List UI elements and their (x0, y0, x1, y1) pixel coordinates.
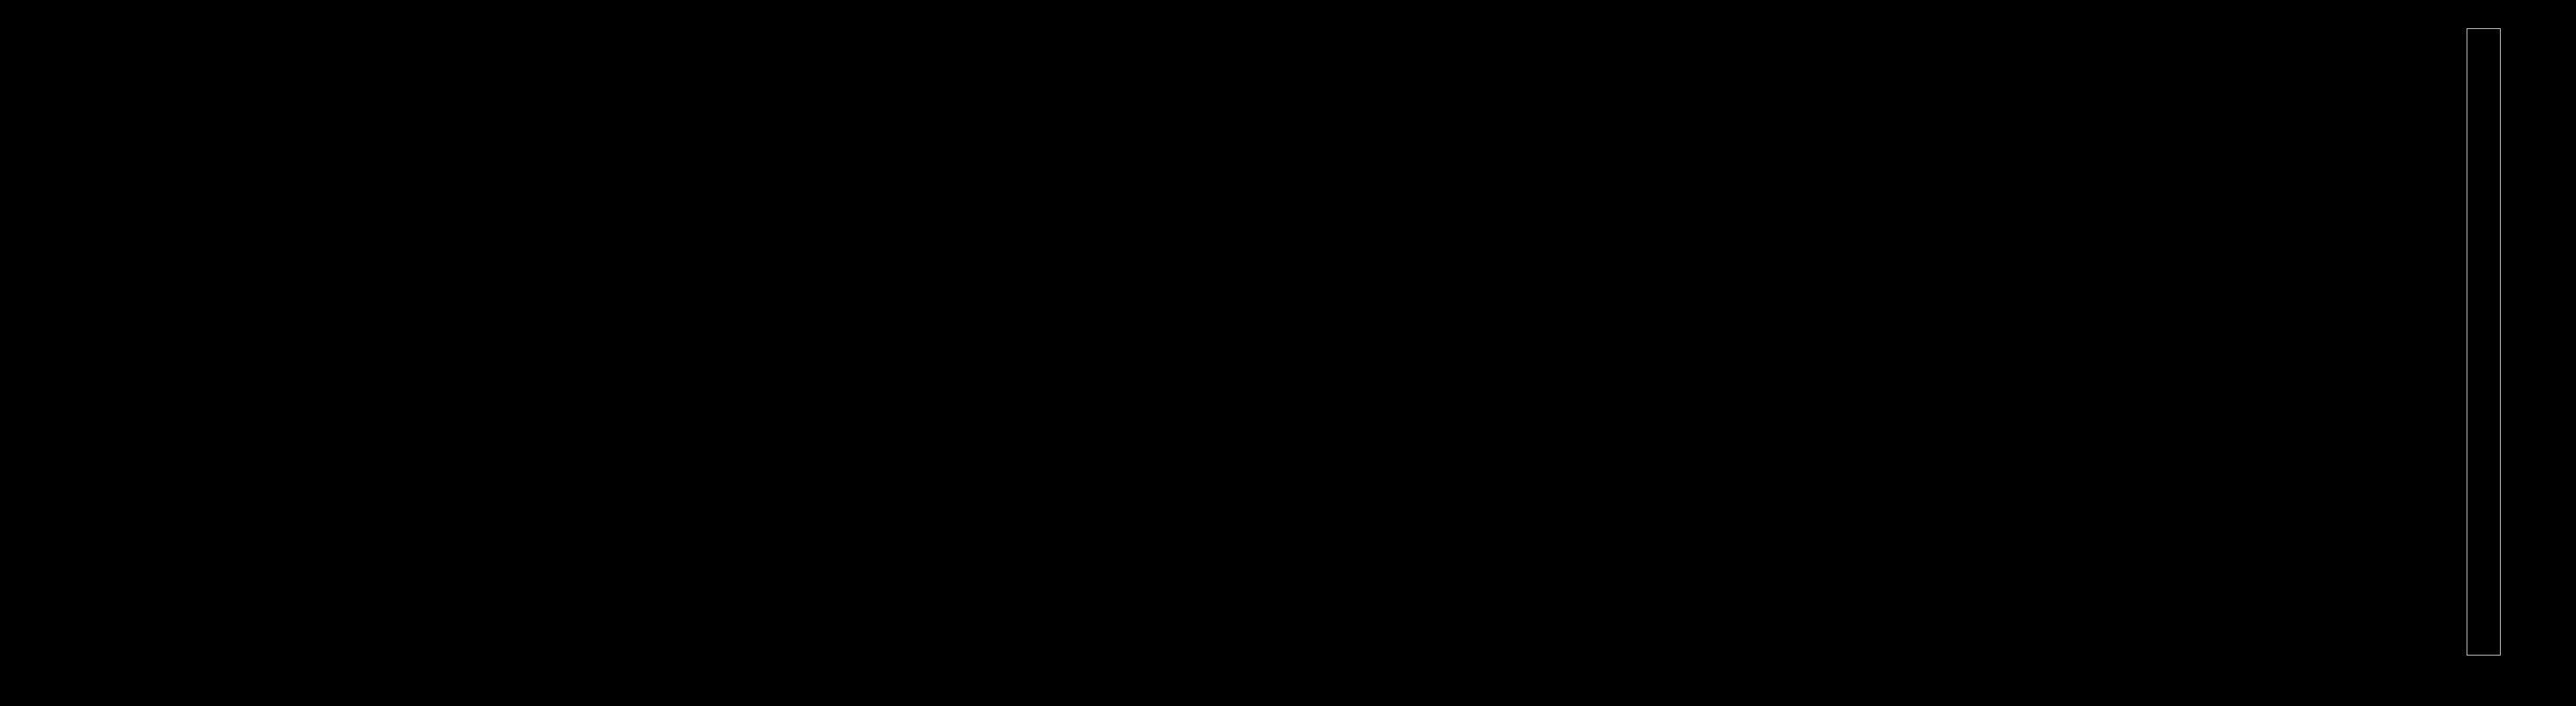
ceilometer-quicklook (0, 0, 2576, 706)
colorbar (2467, 28, 2501, 656)
time-height-backscatter-plot (74, 26, 330, 155)
